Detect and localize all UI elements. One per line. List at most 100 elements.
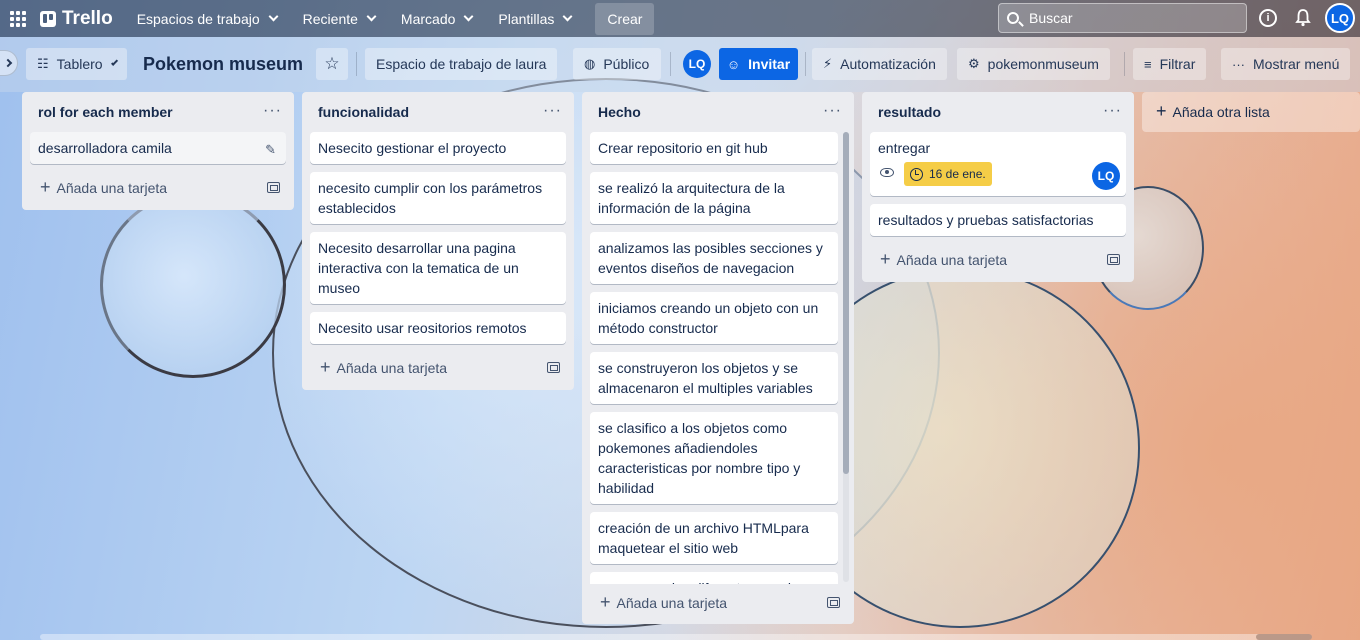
lightning-icon: ⚡ [823,56,833,71]
card[interactable]: analizamos las posibles secciones y even… [590,232,838,284]
recent-label: Reciente [302,10,358,27]
card[interactable]: Necesito usar reositorios remotos [310,312,566,344]
card[interactable]: se construyeron los objetos y se almacen… [590,352,838,404]
app-switcher-icon[interactable] [6,7,30,31]
card-member-avatar[interactable]: LQ [1092,162,1120,190]
add-card-label: Añada una tarjeta [616,595,728,611]
scrollbar-thumb[interactable] [1256,634,1312,640]
due-date-badge[interactable]: 16 de ene. [904,162,992,186]
card-title: entregar [878,140,931,156]
trello-logo[interactable]: Trello [40,8,113,30]
scrollbar-thumb[interactable] [843,132,849,474]
board-member-avatar[interactable]: LQ [683,50,711,78]
plus-icon: + [1156,100,1167,121]
list-title[interactable]: rol for each member [38,104,173,120]
visibility-label: Público [603,56,650,72]
view-label: Tablero [56,56,103,72]
background-bubble-left [100,192,286,378]
card[interactable]: Nesecito gestionar el proyecto [310,132,566,164]
create-button[interactable]: Crear [595,2,655,35]
powerup-label: pokemonmuseum [987,56,1099,72]
board-horizontal-scrollbar[interactable] [40,634,1312,640]
plus-icon: + [320,356,331,377]
templates-label: Plantillas [498,10,555,27]
edit-pencil-icon[interactable]: ✎ [265,140,276,160]
card[interactable]: Crear repositorio en git hub [590,132,838,164]
add-card-label: Añada una tarjeta [336,360,448,376]
list-title[interactable]: funcionalidad [318,104,409,120]
template-card-icon[interactable] [827,597,840,608]
gear-icon: ⚙ [968,56,980,71]
plus-icon: + [600,591,611,612]
list-resultado: resultado ··· entregar 16 de ene. LQ res… [862,92,1134,282]
list-menu-icon[interactable]: ··· [1103,102,1122,120]
starred-menu[interactable]: Marcado [391,3,482,35]
due-date-label: 16 de ene. [929,167,986,181]
card[interactable]: se realizó la arquitectura de la informa… [590,172,838,224]
automation-label: Automatización [840,56,936,72]
list-funcionalidad: funcionalidad ··· Nesecito gestionar el … [302,92,574,390]
card[interactable]: necesito cumplir con los parámetros esta… [310,172,566,224]
list-title[interactable]: resultado [878,104,941,120]
list-scrollbar[interactable] [843,132,849,582]
add-card-button[interactable]: + Añada una tarjeta [310,352,457,384]
card[interactable]: Necesito desarrollar una pagina interact… [310,232,566,304]
add-list-button[interactable]: + Añada otra lista [1142,92,1360,132]
card[interactable]: iniciamos creando un objeto con un métod… [590,292,838,344]
card[interactable]: se clasifico a los objetos como pokemone… [590,412,838,504]
card[interactable]: desarrolladora camila ✎ [30,132,286,164]
search-input[interactable]: Buscar [998,3,1247,33]
filter-button[interactable]: ≡ Filtrar [1133,48,1207,80]
globe-icon: ◍ [584,56,596,71]
search-placeholder: Buscar [1029,10,1073,26]
automation-button[interactable]: ⚡ Automatización [812,48,947,80]
list-title[interactable]: Hecho [598,104,641,120]
view-switcher-button[interactable]: ☷ Tablero [26,48,127,80]
card[interactable]: agregamos las diferentes secciones [590,572,838,584]
invite-button[interactable]: ☺ Invitar [719,48,798,80]
more-dots-icon: ··· [1232,56,1245,72]
templates-menu[interactable]: Plantillas [488,3,581,35]
star-board-button[interactable]: ☆ [316,48,348,80]
user-avatar[interactable]: LQ [1325,3,1355,33]
card[interactable]: entregar 16 de ene. LQ [870,132,1126,196]
card[interactable]: resultados y pruebas satisfactorias [870,204,1126,236]
invite-label: Invitar [748,56,791,72]
chevron-down-icon [562,11,573,22]
add-card-button[interactable]: + Añada una tarjeta [30,172,177,204]
recent-menu[interactable]: Reciente [293,3,385,35]
list-menu-icon[interactable]: ··· [263,102,282,120]
visibility-button[interactable]: ◍ Público [573,48,661,80]
list-menu-icon[interactable]: ··· [823,102,842,120]
plus-icon: + [880,248,891,269]
card[interactable]: creación de un archivo HTMLpara maquetea… [590,512,838,564]
card-list-scroll-area[interactable]: Crear repositorio en git hub se realizó … [582,132,854,584]
template-card-icon[interactable] [267,182,280,193]
divider [670,52,671,76]
list-menu-icon[interactable]: ··· [543,102,562,120]
divider [1124,52,1125,76]
divider [356,52,357,76]
list-rol-for-each-member: rol for each member ··· desarrolladora c… [22,92,294,210]
app-name: Trello [62,7,113,29]
add-card-button[interactable]: + Añada una tarjeta [590,587,737,619]
workspace-button[interactable]: Espacio de trabajo de laura [365,48,558,80]
watch-eye-icon [880,168,894,177]
info-icon[interactable]: i [1259,9,1277,27]
add-card-label: Añada una tarjeta [56,180,168,196]
add-card-button[interactable]: + Añada una tarjeta [870,244,1017,276]
workspaces-menu[interactable]: Espacios de trabajo [127,3,287,35]
show-menu-button[interactable]: ··· Mostrar menú [1221,48,1351,80]
trello-logo-icon [40,10,56,27]
search-icon [1007,12,1019,24]
filter-icon: ≡ [1144,56,1152,72]
powerup-button[interactable]: ⚙ pokemonmuseum [957,48,1110,80]
plus-icon: + [40,176,51,197]
starred-label: Marcado [400,10,456,27]
template-card-icon[interactable] [547,362,560,373]
chevron-right-icon [3,58,13,68]
template-card-icon[interactable] [1107,254,1120,265]
board-title[interactable]: Pokemon museum [143,54,303,75]
show-menu-label: Mostrar menú [1253,56,1340,72]
notifications-bell-icon[interactable] [1295,8,1311,27]
